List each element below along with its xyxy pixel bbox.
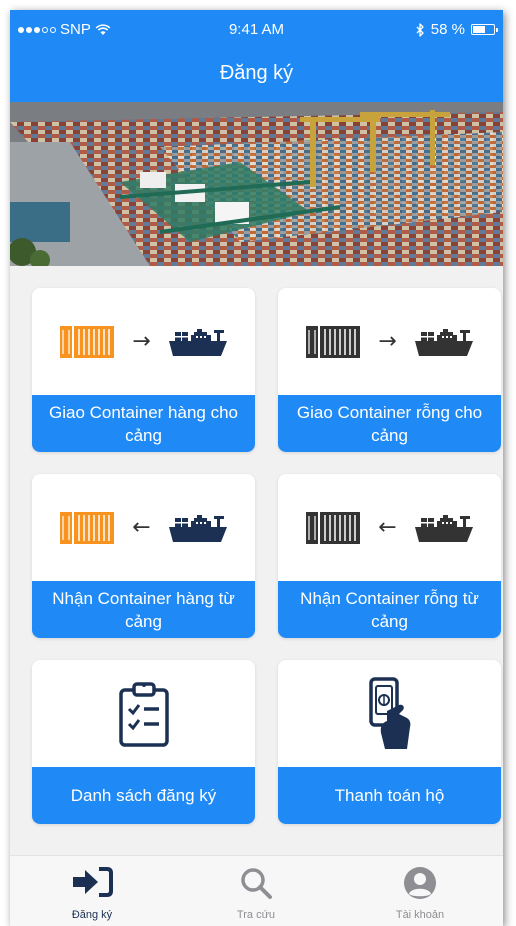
top-bar: SNP 9:41 AM 58 % Đăng ký [10, 10, 503, 102]
status-bar: SNP 9:41 AM 58 % [10, 10, 503, 50]
tab-register[interactable]: Đăng ký [10, 856, 174, 926]
ship-icon [414, 514, 473, 542]
card-label: Giao Container hàng cho cảng [32, 395, 255, 452]
arrow-right-icon: → [378, 329, 397, 354]
status-right: 58 % [416, 21, 498, 38]
battery-percent: 58 % [430, 21, 465, 38]
tab-lookup[interactable]: Tra cứu [174, 856, 338, 926]
clipboard-checklist-icon [118, 681, 169, 747]
page-title: Đăng ký [219, 62, 294, 84]
card-registration-list[interactable]: Danh sách đăng ký [32, 660, 255, 824]
hero-image-container-port [10, 102, 503, 266]
ship-icon [168, 328, 227, 356]
arrow-left-icon: ← [132, 515, 151, 540]
account-icon [404, 867, 436, 899]
empty-container-icon [306, 325, 361, 358]
app-screen: SNP 9:41 AM 58 % Đăng ký → Giao Containe… [10, 10, 503, 926]
arrow-left-icon: ← [378, 515, 397, 540]
search-icon [241, 868, 272, 899]
tab-bar: Đăng ký Tra cứu Tài khoản [10, 855, 503, 926]
bluetooth-icon [416, 22, 424, 37]
full-container-icon [60, 511, 115, 544]
card-receive-empty-container[interactable]: ← Nhận Container rỗng từ cảng [278, 474, 501, 638]
card-label: Thanh toán hộ [278, 767, 501, 824]
card-deliver-empty-container[interactable]: → Giao Container rỗng cho cảng [278, 288, 501, 452]
card-receive-full-container[interactable]: ← Nhận Container hàng từ cảng [32, 474, 255, 638]
empty-container-icon [306, 511, 361, 544]
full-container-icon [60, 325, 115, 358]
tab-account[interactable]: Tài khoản [338, 856, 502, 926]
battery-icon [471, 24, 498, 35]
card-label: Nhận Container rỗng từ cảng [278, 581, 501, 638]
card-label: Giao Container rỗng cho cảng [278, 395, 501, 452]
arrow-right-icon: → [132, 329, 151, 354]
phone-payment-icon [368, 676, 410, 749]
card-deliver-full-container[interactable]: → Giao Container hàng cho cảng [32, 288, 255, 452]
tab-label: Tài khoản [395, 909, 445, 921]
card-label: Nhận Container hàng từ cảng [32, 581, 255, 638]
ship-icon [414, 328, 473, 356]
sign-in-icon [73, 867, 113, 897]
ship-icon [168, 514, 227, 542]
card-pay-on-behalf[interactable]: Thanh toán hộ [278, 660, 501, 824]
card-label: Danh sách đăng ký [32, 767, 255, 824]
tab-label: Đăng ký [71, 909, 113, 921]
tab-label: Tra cứu [236, 909, 276, 921]
